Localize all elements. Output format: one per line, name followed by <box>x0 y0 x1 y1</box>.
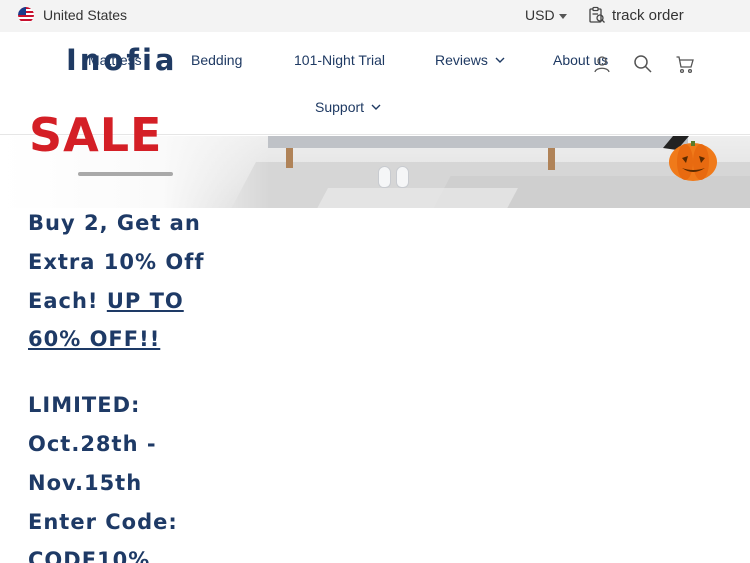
us-flag-icon <box>18 7 34 23</box>
nav-label: Bedding <box>191 52 243 68</box>
bed-leg <box>286 148 293 168</box>
promo-line: Each! UP TO <box>28 282 228 321</box>
promo-line: Nov.15th <box>28 470 143 495</box>
bed-leg <box>548 148 555 170</box>
banner-floor-highlight <box>312 188 518 208</box>
nav-item-trial[interactable]: 101-Night Trial <box>294 52 385 68</box>
promo-line: 60% OFF!! <box>28 320 228 359</box>
sale-heading: SALE <box>29 108 163 162</box>
track-order-icon <box>589 6 605 23</box>
slipper-image <box>378 166 391 188</box>
promo-text-block: Buy 2, Get an Extra 10% Off Each! UP TO … <box>28 204 228 563</box>
promo-offer-link[interactable]: UP TO <box>107 289 184 313</box>
nav-item-bedding[interactable]: Bedding <box>191 52 242 68</box>
promo-line: CODE10% <box>28 548 151 563</box>
account-icon[interactable] <box>592 54 612 74</box>
chevron-down-icon <box>495 57 505 63</box>
promo-spacer <box>28 359 228 386</box>
caret-down-icon <box>558 13 567 19</box>
nav-label: 101-Night Trial <box>294 52 386 68</box>
search-icon[interactable] <box>633 54 653 74</box>
chevron-down-icon <box>371 104 381 110</box>
track-order-label: track order <box>612 6 684 24</box>
promo-line: Oct.28th - <box>28 431 157 456</box>
cart-icon[interactable] <box>675 54 695 74</box>
promo-offer-link[interactable]: 60% OFF!! <box>28 327 160 351</box>
slipper-image <box>396 166 409 188</box>
nav-item-reviews[interactable]: Reviews <box>435 52 505 68</box>
nav-label: Mattress <box>88 52 142 68</box>
promo-line: LIMITED: <box>28 393 141 418</box>
nav-label: Reviews <box>435 52 488 68</box>
region-label: United States <box>43 7 128 23</box>
promo-text: Each! <box>28 288 107 313</box>
top-utility-bar: United States USD track order <box>0 0 750 32</box>
pumpkin-image <box>663 136 717 181</box>
nav-label: Support <box>315 99 365 115</box>
region-selector[interactable]: United States <box>18 7 127 23</box>
currency-selector[interactable]: USD <box>525 7 567 23</box>
nav-item-support[interactable]: Support <box>315 99 381 115</box>
currency-label: USD <box>525 7 555 23</box>
promo-line: Extra 10% Off <box>28 249 205 274</box>
nav-item-mattress[interactable]: Mattress <box>88 52 142 68</box>
track-order-link[interactable]: track order <box>588 6 684 24</box>
promo-line: Buy 2, Get an <box>28 211 201 235</box>
sale-underline <box>78 172 173 176</box>
promo-line: Enter Code: <box>28 509 178 534</box>
bed-base <box>268 136 688 148</box>
